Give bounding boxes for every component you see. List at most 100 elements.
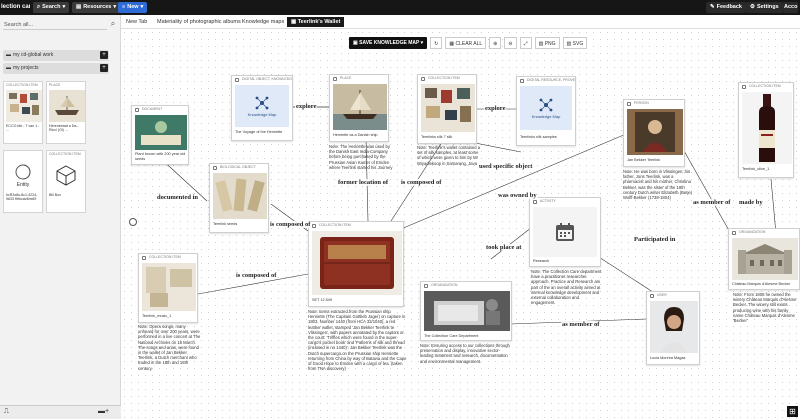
- wine-bottle-image: [742, 92, 792, 164]
- kmap-label: Knowledge Map: [247, 111, 277, 117]
- place-note: Note: The Henriëtte was used by the Dani…: [329, 144, 393, 170]
- settings-button[interactable]: ⚙ Settings: [746, 2, 783, 13]
- feedback-button[interactable]: ✎ Feedback: [706, 2, 746, 13]
- box-icon: [49, 159, 83, 191]
- node-collection-wallet[interactable]: COLLECTION ITEM SET 12.549: [308, 221, 404, 307]
- music-sheets-image: [142, 263, 196, 311]
- node-caption: Jan Bekker Teerlink: [627, 158, 661, 162]
- edge-label-owned-by: was owned by: [497, 192, 538, 199]
- node-type: ACTIVITY: [540, 199, 556, 203]
- zoom-out-button[interactable]: ⊖: [504, 36, 517, 49]
- wallet-image: [312, 231, 402, 295]
- knowledge-map-canvas[interactable]: ▣ SAVE KNOWLEDGE MAP ▾ ↻ ▦ CLEAR ALL ⊕ ⊖…: [121, 29, 800, 419]
- folder-icon: ▤: [76, 4, 82, 10]
- node-user[interactable]: USER Lucia Moreira Magaz: [646, 291, 700, 365]
- sidebar-card-collection-item[interactable]: COLLECTION ITEM ECCO bib - 7 van 1 - ...: [3, 81, 43, 144]
- zoom-in-button[interactable]: ⊕: [489, 36, 502, 49]
- feedback-label: Feedback: [716, 4, 742, 10]
- account-button[interactable]: Acco: [783, 2, 799, 13]
- search-menu-button[interactable]: ⌕ Search ▾: [33, 2, 70, 13]
- node-organization-dept[interactable]: ORGANIZATION The Collection Care Departm…: [420, 281, 512, 341]
- node-biological[interactable]: BIOLOGICAL OBJECT Teerlink seeds: [209, 163, 269, 233]
- node-collection-wine[interactable]: COLLECTION ITEM Teerlink_olive_1: [738, 82, 794, 178]
- node-caption: Lucia Moreira Magaz: [650, 356, 686, 360]
- node-caption: Henriette as a Danish ship: [333, 133, 378, 137]
- silk-samples-image: [421, 84, 475, 132]
- resources-menu-button[interactable]: ▤ Resources ▾: [72, 2, 121, 13]
- node-collection-music[interactable]: COLLECTION ITEM Teerlink_music_1: [138, 253, 198, 323]
- folder-my-cd-global-work[interactable]: ▬ my cd-global work: [3, 50, 109, 61]
- redo-button[interactable]: ↻: [430, 36, 443, 49]
- edge-label-member: as member of: [692, 199, 732, 206]
- expand-icon: ⤢: [523, 40, 528, 47]
- node-type: DIGITAL RESOURCE, PROVE...: [527, 78, 575, 82]
- add-folder-button[interactable]: +: [100, 51, 108, 59]
- edge-label-explore: explore: [484, 105, 507, 112]
- music-note: Note: Opera songs, many unheard for over…: [138, 324, 201, 371]
- person-note: Note: He was born in Vlissingen; his fat…: [623, 169, 693, 201]
- left-handle[interactable]: [129, 218, 137, 226]
- sidebar-card-place[interactable]: PLACE Herenstraat a Da... Ricci (Ol) ...: [46, 81, 86, 144]
- seeds-image: [213, 173, 267, 219]
- edge-label-composed: is composed of: [235, 272, 278, 279]
- save-knowledge-map-button[interactable]: ▣ SAVE KNOWLEDGE MAP ▾: [349, 36, 428, 49]
- folder-icon: ▬: [6, 65, 11, 71]
- node-caption: Research: [533, 259, 550, 263]
- edge-label-composed: is composed of: [269, 221, 312, 228]
- node-place[interactable]: PLACE Henriette as a Danish ship: [329, 74, 389, 142]
- edge-label-used-specific: used specific object: [478, 163, 534, 170]
- folder-label: my cd-global work: [13, 52, 54, 58]
- edge-label-composed: is composed of: [400, 179, 443, 186]
- node-type: DOCUMENT: [142, 107, 163, 111]
- node-document[interactable]: DOCUMENT Plant broom with 200 year old s…: [131, 105, 189, 165]
- edge-label-made-by: made by: [738, 199, 764, 206]
- ship-thumbnail: [49, 90, 85, 122]
- fit-button[interactable]: ⤢: [519, 36, 532, 49]
- new-folder-icon[interactable]: ▬+: [98, 408, 109, 415]
- node-caption: Château Marquis d'Alesme Becker: [732, 282, 791, 286]
- edge-label-participated: Participated in: [633, 236, 677, 243]
- minimap-icon: ⊞: [789, 407, 796, 416]
- chevron-down-icon: ▾: [140, 4, 144, 10]
- node-type: DIGITAL OBJECT, KNOWLEDGE...: [242, 77, 292, 81]
- search-input[interactable]: Search all...: [3, 20, 107, 30]
- new-menu-label: New: [127, 4, 139, 10]
- user-photo: [650, 301, 698, 353]
- drawer-icon[interactable]: ⎍: [4, 408, 9, 416]
- sidebar-card-bill-box[interactable]: COLLECTION ITEM Bill Box: [46, 150, 86, 213]
- export-svg-button[interactable]: ▨ SVG: [562, 36, 588, 49]
- node-activity[interactable]: ACTIVITY Research: [529, 197, 601, 267]
- tab-new-tab[interactable]: New Tab: [126, 17, 147, 27]
- sidebar-card-entity[interactable]: Entity hcR3x8s-8c1-4224-9633 ffrtkcav4bx…: [3, 150, 43, 213]
- node-type: USER: [657, 293, 667, 297]
- folder-my-projects[interactable]: ▬ my projects: [3, 63, 109, 74]
- silk-samples-thumbnail: [6, 90, 42, 122]
- edge-label-took-place: took place at: [485, 244, 523, 251]
- entity-icon: Entity: [6, 159, 40, 191]
- app-brand[interactable]: lection care: [0, 0, 30, 15]
- card-type: PLACE: [49, 83, 61, 87]
- sidebar: Search all... ⌕ ▬ my cd-global work + ▬ …: [0, 15, 121, 419]
- activity-note: Note: The Collection Care department hav…: [531, 269, 602, 306]
- tab-materiality[interactable]: Materiality of photographic albums: [157, 17, 241, 27]
- edge-label-documented-in: documented in: [156, 194, 199, 201]
- tab-bar: New Tab Materiality of photographic albu…: [121, 15, 800, 29]
- node-digital-silk[interactable]: DIGITAL RESOURCE, PROVE... Knowledge Map…: [516, 76, 576, 146]
- new-menu-button[interactable]: ≡ New ▾: [118, 2, 148, 13]
- node-digital-object[interactable]: DIGITAL OBJECT, KNOWLEDGE... Knowledge M…: [231, 75, 293, 141]
- chevron-down-icon: ▾: [62, 4, 66, 10]
- node-organization-chateau[interactable]: ORGANIZATION Château Marquis d'Alesme Be…: [728, 228, 800, 290]
- node-type: COLLECTION ITEM: [319, 223, 351, 227]
- search-icon[interactable]: ⌕: [108, 19, 118, 29]
- tab-teerlinks-wallet[interactable]: ▦ Teerlink's Wallet: [287, 17, 345, 27]
- tab-knowledge-maps[interactable]: Knowledge maps: [242, 17, 284, 27]
- node-person[interactable]: PERSON Jan Bekker Teerlink: [623, 99, 685, 167]
- card-type: [4, 151, 42, 158]
- clear-all-button[interactable]: ▦ CLEAR ALL: [445, 36, 487, 49]
- minimap-button[interactable]: ⊞: [787, 406, 798, 417]
- export-png-button[interactable]: ▨ PNG: [534, 36, 560, 49]
- add-folder-button[interactable]: +: [100, 64, 108, 72]
- node-collection-silk[interactable]: COLLECTION ITEM Teerlinks silk 7 silk: [417, 74, 477, 144]
- wallet-note: Note: Items extracted from the Prussian …: [308, 309, 407, 372]
- edge-line: [770, 178, 777, 235]
